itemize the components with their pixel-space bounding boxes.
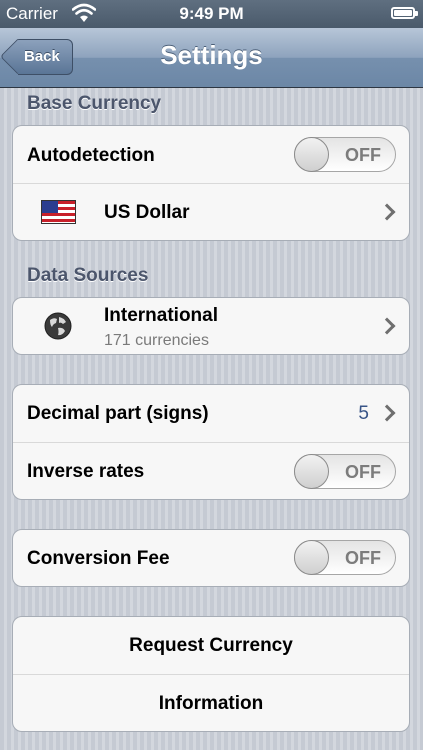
- base-currency-row[interactable]: US Dollar: [13, 184, 409, 240]
- toggle-knob: [294, 540, 329, 575]
- data-source-name: International: [104, 305, 219, 326]
- us-flag-icon: [41, 200, 76, 224]
- section-header-data-sources: Data Sources: [27, 265, 149, 286]
- toggle-state: OFF: [345, 462, 381, 482]
- decimal-part-row[interactable]: Decimal part (signs) 5: [13, 385, 409, 443]
- request-currency-button[interactable]: Request Currency: [13, 617, 409, 675]
- flag-canton: [42, 201, 58, 213]
- currency-name: US Dollar: [104, 202, 190, 223]
- chevron-right-icon: [378, 404, 396, 422]
- autodetection-label: Autodetection: [27, 145, 155, 166]
- group-options: Decimal part (signs) 5 Inverse rates OFF: [12, 384, 410, 500]
- inverse-rates-row: Inverse rates OFF: [13, 443, 409, 499]
- request-currency-label: Request Currency: [129, 635, 293, 656]
- group-fee: Conversion Fee OFF: [12, 529, 410, 587]
- data-source-subtitle: 171 currencies: [104, 332, 209, 349]
- information-button[interactable]: Information: [13, 675, 409, 731]
- toggle-knob: [294, 454, 329, 489]
- status-time: 9:49 PM: [179, 4, 244, 23]
- toggle-knob: [294, 137, 329, 172]
- toggle-state: OFF: [345, 548, 381, 568]
- battery-icon: [391, 7, 418, 19]
- inverse-rates-toggle[interactable]: OFF: [294, 454, 396, 489]
- group-data-sources: International 171 currencies: [12, 297, 410, 355]
- autodetection-toggle[interactable]: OFF: [294, 137, 396, 172]
- group-actions: Request Currency Information: [12, 616, 410, 732]
- inverse-rates-label: Inverse rates: [27, 461, 145, 482]
- battery-level: [394, 10, 412, 16]
- group-base-currency: Autodetection OFF US Dollar: [12, 125, 410, 241]
- decimal-part-value: 5: [358, 403, 369, 424]
- autodetection-row: Autodetection OFF: [13, 126, 409, 184]
- conversion-fee-toggle[interactable]: OFF: [294, 540, 396, 575]
- conversion-fee-label: Conversion Fee: [27, 548, 170, 569]
- data-source-row[interactable]: International 171 currencies: [13, 298, 409, 354]
- status-bar: Carrier 9:49 PM: [0, 0, 423, 28]
- globe-icon: [44, 312, 72, 340]
- information-label: Information: [158, 693, 264, 714]
- chevron-right-icon: [378, 203, 396, 221]
- navigation-bar: Back Settings: [0, 28, 423, 88]
- toggle-state: OFF: [345, 145, 381, 165]
- chevron-right-icon: [378, 317, 396, 335]
- section-header-base-currency: Base Currency: [27, 93, 162, 114]
- page-title: Settings: [160, 40, 263, 70]
- decimal-part-label: Decimal part (signs): [27, 403, 209, 424]
- conversion-fee-row: Conversion Fee OFF: [13, 530, 409, 586]
